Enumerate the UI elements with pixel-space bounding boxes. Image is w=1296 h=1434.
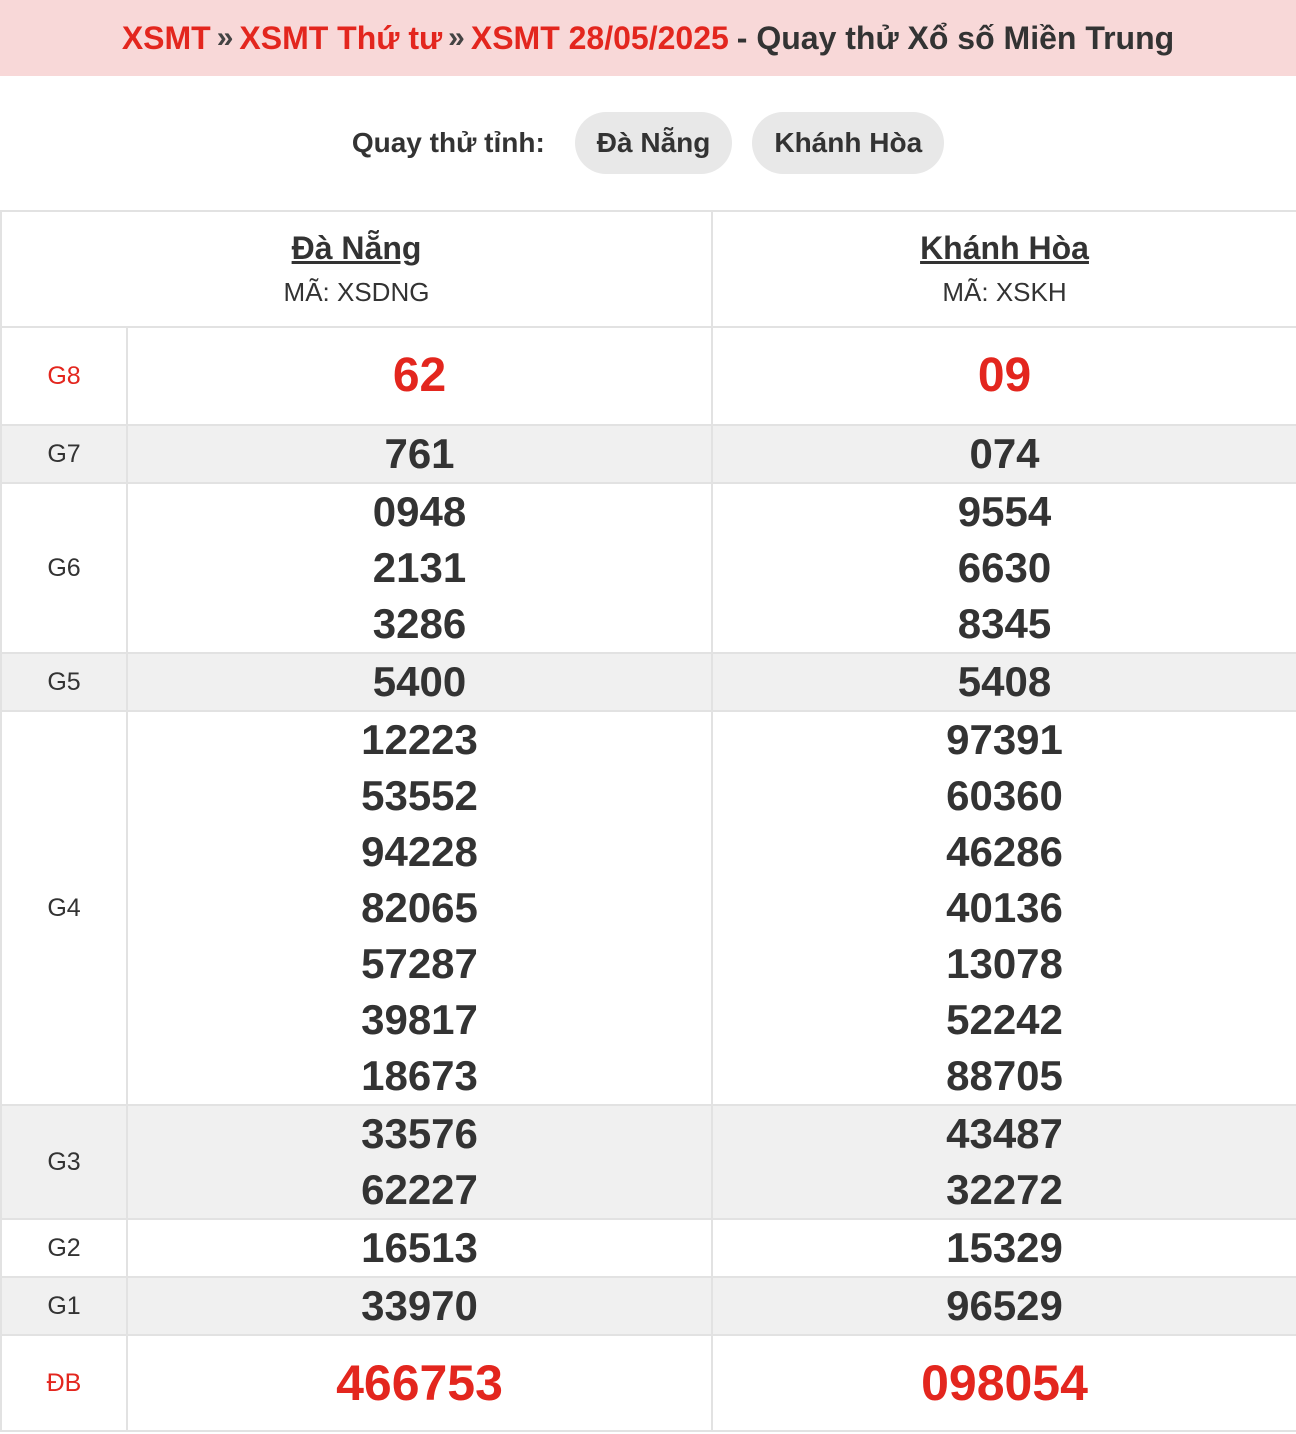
- prize-label: G5: [0, 652, 128, 712]
- breadcrumb-xsmt-date[interactable]: XSMT 28/05/2025: [471, 20, 729, 57]
- prize-number: 6630: [957, 544, 1052, 591]
- page-title: - Quay thử Xổ số Miền Trung: [736, 19, 1175, 56]
- prize-number: 33970: [361, 1282, 478, 1329]
- prize-number: 8345: [957, 600, 1052, 647]
- prize-number: 2131: [372, 544, 467, 591]
- province-button-da-nang[interactable]: Đà Nẵng: [574, 112, 733, 174]
- prize-number: 15329: [946, 1224, 1063, 1271]
- prize-label: G2: [0, 1218, 128, 1278]
- prize-number: 96529: [946, 1282, 1063, 1329]
- prize-number: 57287: [361, 940, 478, 987]
- breadcrumb-separator: »: [448, 21, 465, 54]
- province-selector: Quay thử tỉnh: Đà Nẵng Khánh Hòa: [0, 76, 1296, 210]
- prize-number: 32272: [946, 1166, 1063, 1213]
- province-code: MÃ: XSKH: [942, 277, 1067, 307]
- prize-row-g2: G2 16513 15329: [0, 1218, 1296, 1278]
- prize-label: ĐB: [0, 1334, 128, 1432]
- prize-numbers-da-nang: 33576 62227: [125, 1104, 714, 1220]
- prize-number: 761: [384, 430, 455, 477]
- prize-numbers-da-nang: 33970: [125, 1276, 714, 1336]
- province-header-khanh-hoa: Khánh Hòa MÃ: XSKH: [711, 210, 1296, 328]
- prize-number: 82065: [361, 884, 478, 931]
- prize-number: 5400: [372, 658, 467, 705]
- prize-label: G8: [0, 326, 128, 426]
- prize-row-g3: G3 33576 62227 43487 32272: [0, 1104, 1296, 1220]
- prize-number: 39817: [361, 996, 478, 1043]
- province-button-khanh-hoa[interactable]: Khánh Hòa: [752, 112, 945, 174]
- prize-number: 3286: [372, 600, 467, 647]
- prize-number: 53552: [361, 772, 478, 819]
- prize-number: 13078: [946, 940, 1063, 987]
- prize-number: 5408: [957, 658, 1052, 705]
- breadcrumb-xsmt[interactable]: XSMT: [122, 20, 211, 57]
- prize-number: 60360: [946, 772, 1063, 819]
- prize-numbers-da-nang: 0948 2131 3286: [125, 482, 714, 654]
- prize-numbers-da-nang: 62: [125, 326, 714, 426]
- table-header-row: Đà Nẵng MÃ: XSDNG Khánh Hòa MÃ: XSKH: [0, 210, 1296, 328]
- prize-number: 40136: [946, 884, 1063, 931]
- prize-numbers-khanh-hoa: 074: [711, 424, 1296, 484]
- prize-numbers-khanh-hoa: 5408: [711, 652, 1296, 712]
- prize-numbers-khanh-hoa: 098054: [711, 1334, 1296, 1432]
- prize-label: G4: [0, 710, 128, 1106]
- prize-number: 52242: [946, 996, 1063, 1043]
- province-link-khanh-hoa[interactable]: Khánh Hòa: [920, 230, 1089, 267]
- prize-numbers-khanh-hoa: 9554 6630 8345: [711, 482, 1296, 654]
- breadcrumb-separator: »: [216, 21, 234, 54]
- selector-label: Quay thử tỉnh:: [351, 127, 545, 158]
- prize-number: 098054: [921, 1355, 1088, 1411]
- prize-row-g7: G7 761 074: [0, 424, 1296, 484]
- page-header: XSMT » XSMT Thứ tư » XSMT 28/05/2025 - Q…: [0, 0, 1296, 76]
- prize-numbers-khanh-hoa: 96529: [711, 1276, 1296, 1336]
- prize-number: 62227: [361, 1166, 478, 1213]
- prize-number: 18673: [361, 1052, 478, 1099]
- prize-row-g4: G4 12223 53552 94228 82065 57287 39817 18673 9…: [0, 710, 1296, 1106]
- prize-number: 0948: [372, 488, 467, 535]
- prize-label: G6: [0, 482, 128, 654]
- results-table: Đà Nẵng MÃ: XSDNG Khánh Hòa MÃ: XSKH G8 …: [0, 210, 1296, 1432]
- prize-label: G7: [0, 424, 128, 484]
- prize-row-special: ĐB 466753 098054: [0, 1334, 1296, 1432]
- prize-row-g1: G1 33970 96529: [0, 1276, 1296, 1336]
- prize-number: 466753: [336, 1355, 503, 1411]
- prize-number: 12223: [361, 716, 478, 763]
- prize-row-g8: G8 62 09: [0, 326, 1296, 426]
- prize-number: 074: [969, 430, 1040, 477]
- prize-number: 09: [977, 349, 1032, 402]
- prize-number: 43487: [946, 1110, 1063, 1157]
- prize-number: 46286: [946, 828, 1063, 875]
- prize-number: 97391: [946, 716, 1063, 763]
- prize-numbers-da-nang: 466753: [125, 1334, 714, 1432]
- prize-row-g6: G6 0948 2131 3286 9554 6630 8345: [0, 482, 1296, 654]
- prize-numbers-khanh-hoa: 09: [711, 326, 1296, 426]
- prize-number: 94228: [361, 828, 478, 875]
- prize-numbers-khanh-hoa: 15329: [711, 1218, 1296, 1278]
- prize-numbers-da-nang: 761: [125, 424, 714, 484]
- prize-number: 16513: [361, 1224, 478, 1271]
- breadcrumb-xsmt-weekday[interactable]: XSMT Thứ tư: [239, 20, 442, 57]
- prize-number: 88705: [946, 1052, 1063, 1099]
- prize-numbers-khanh-hoa: 43487 32272: [711, 1104, 1296, 1220]
- prize-numbers-khanh-hoa: 97391 60360 46286 40136 13078 52242 88705: [711, 710, 1296, 1106]
- province-header-da-nang: Đà Nẵng MÃ: XSDNG: [0, 210, 714, 328]
- province-link-da-nang[interactable]: Đà Nẵng: [292, 230, 422, 267]
- province-code: MÃ: XSDNG: [283, 277, 430, 307]
- prize-number: 33576: [361, 1110, 478, 1157]
- prize-numbers-da-nang: 5400: [125, 652, 714, 712]
- prize-label: G3: [0, 1104, 128, 1220]
- prize-row-g5: G5 5400 5408: [0, 652, 1296, 712]
- prize-label: G1: [0, 1276, 128, 1336]
- prize-numbers-da-nang: 16513: [125, 1218, 714, 1278]
- prize-numbers-da-nang: 12223 53552 94228 82065 57287 39817 18673: [125, 710, 714, 1106]
- prize-number: 62: [392, 349, 447, 402]
- prize-number: 9554: [957, 488, 1052, 535]
